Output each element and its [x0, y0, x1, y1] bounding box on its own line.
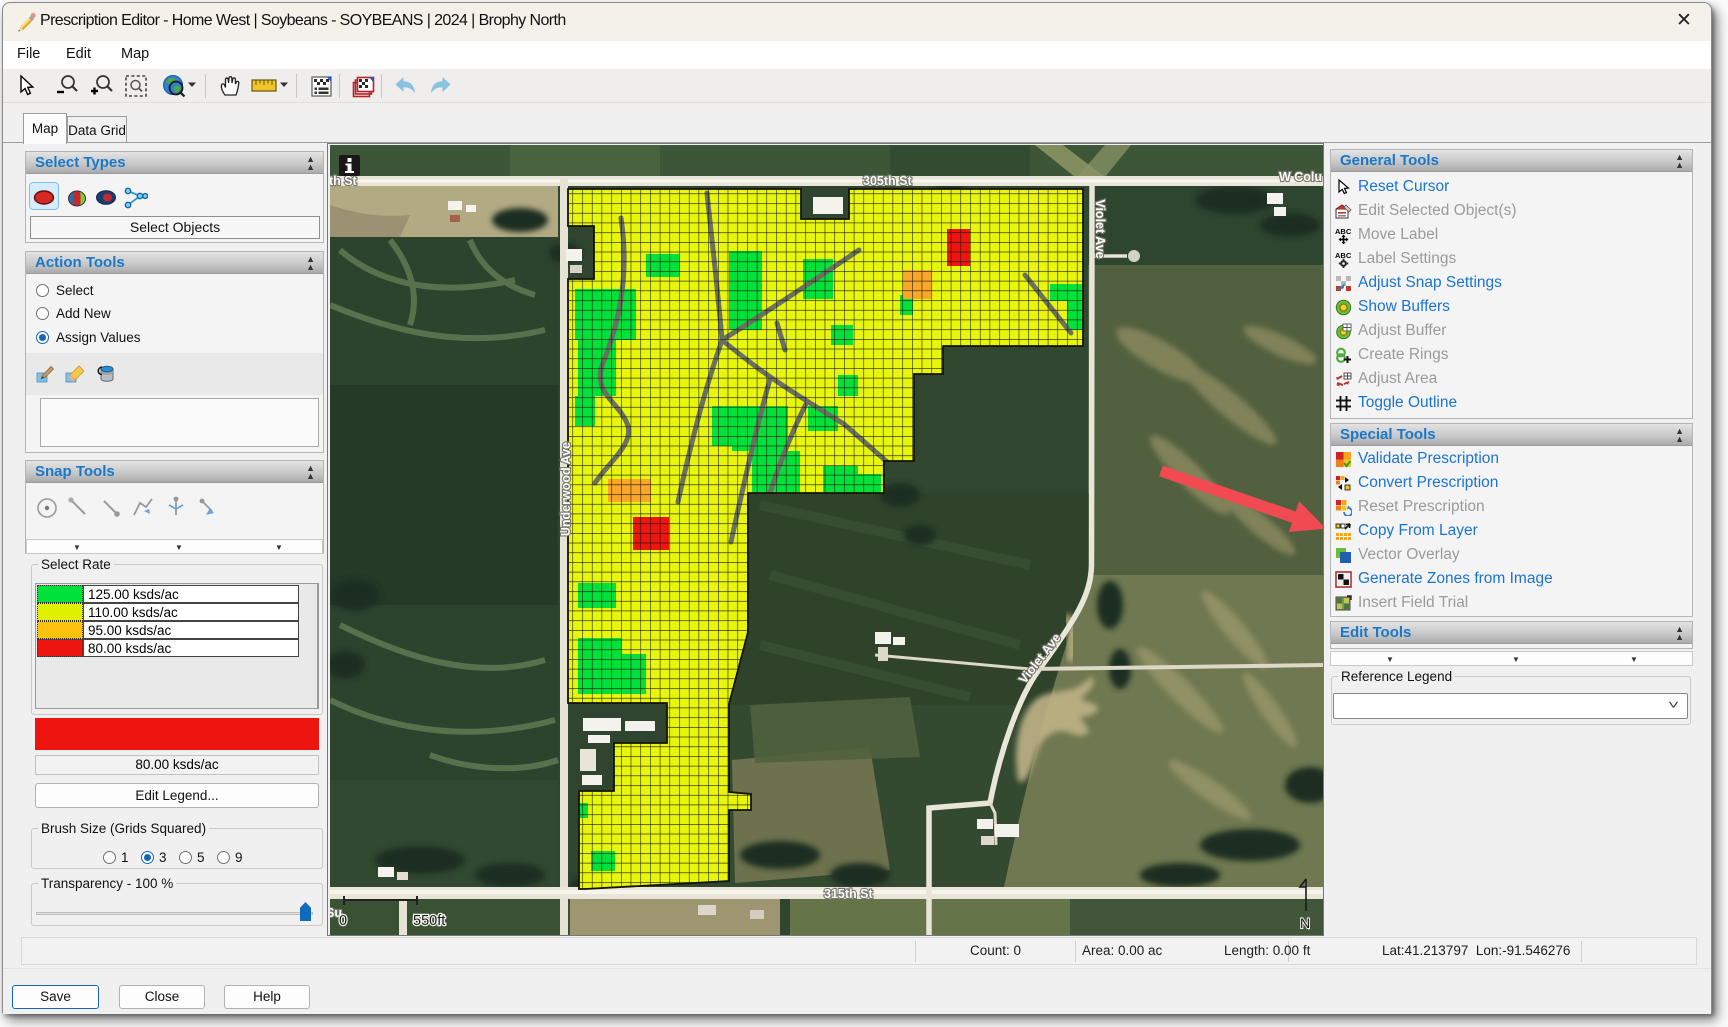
svg-text:ABC: ABC: [1335, 251, 1352, 260]
